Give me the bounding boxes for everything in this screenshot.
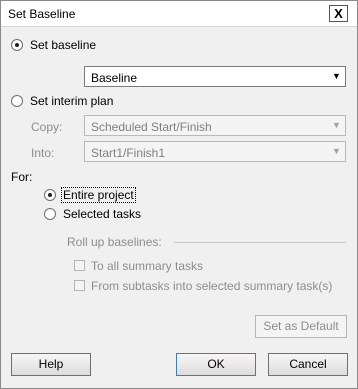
selected-tasks-radio[interactable]: [44, 208, 56, 220]
set-baseline-label[interactable]: Set baseline: [30, 38, 96, 52]
ok-button[interactable]: OK: [176, 353, 256, 376]
cancel-button[interactable]: Cancel: [268, 353, 348, 376]
set-baseline-radio[interactable]: [11, 39, 23, 51]
set-baseline-dialog: Set Baseline X Set baseline Baseline ▼ S…: [0, 0, 358, 389]
rollup-label: Roll up baselines:: [67, 235, 162, 249]
chevron-down-icon[interactable]: ▼: [328, 142, 345, 161]
set-interim-plan-radio[interactable]: [11, 95, 23, 107]
set-as-default-button[interactable]: Set as Default: [255, 315, 347, 338]
dialog-title: Set Baseline: [8, 7, 76, 21]
into-select-value: Start1/Finish1: [91, 146, 166, 160]
title-bar: Set Baseline X: [1, 1, 357, 27]
baseline-select[interactable]: Baseline ▼: [84, 66, 346, 87]
rollup-summary-checkbox[interactable]: [74, 260, 85, 271]
set-interim-plan-label[interactable]: Set interim plan: [30, 94, 113, 108]
help-button[interactable]: Help: [11, 353, 91, 376]
selected-tasks-label[interactable]: Selected tasks: [63, 207, 141, 221]
copy-select-value: Scheduled Start/Finish: [91, 120, 212, 134]
entire-project-radio[interactable]: [44, 189, 56, 201]
rollup-summary-label[interactable]: To all summary tasks: [91, 259, 203, 273]
baseline-select-value: Baseline: [91, 71, 138, 85]
chevron-down-icon[interactable]: ▼: [328, 67, 345, 86]
into-label: Into:: [31, 146, 55, 160]
rollup-subtasks-checkbox[interactable]: [74, 280, 85, 291]
copy-label: Copy:: [31, 120, 63, 134]
close-icon[interactable]: X: [329, 5, 348, 22]
copy-select[interactable]: Scheduled Start/Finish ▼: [84, 115, 346, 136]
entire-project-label[interactable]: Entire project: [61, 187, 136, 203]
into-select[interactable]: Start1/Finish1 ▼: [84, 141, 346, 162]
for-label: For:: [11, 170, 33, 184]
rollup-divider: [174, 242, 346, 243]
chevron-down-icon[interactable]: ▼: [328, 116, 345, 135]
rollup-subtasks-label[interactable]: From subtasks into selected summary task…: [91, 279, 332, 293]
